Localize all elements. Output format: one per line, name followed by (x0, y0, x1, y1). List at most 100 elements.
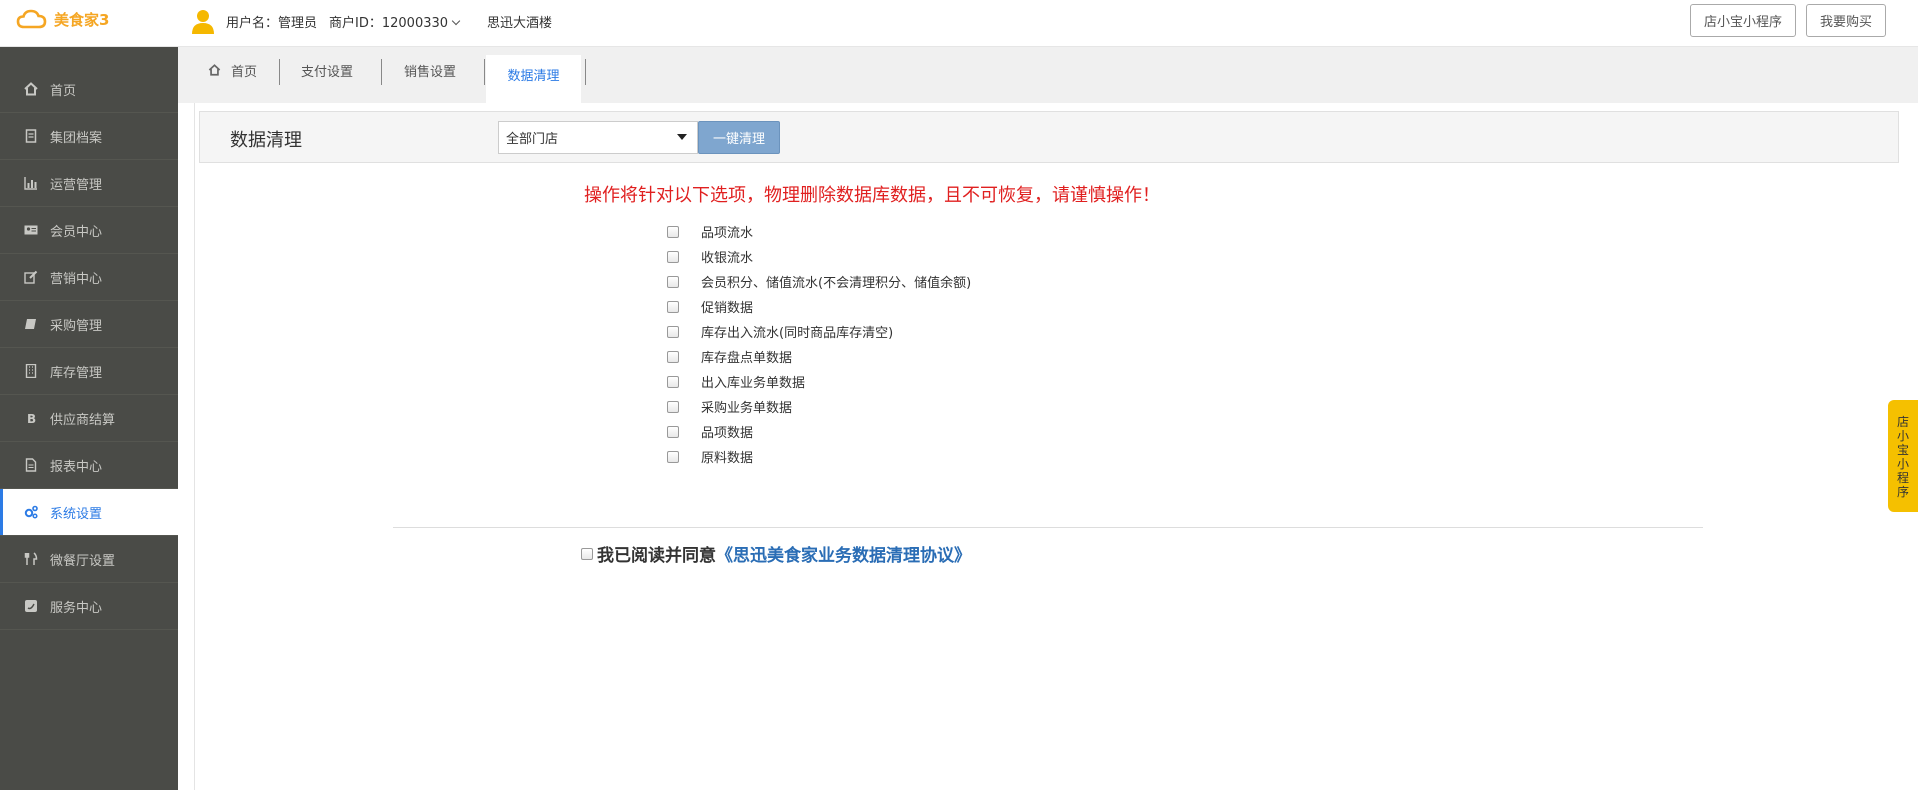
sidebar-item-label: 运营管理 (50, 177, 103, 193)
cloud-logo-icon (16, 9, 47, 29)
tab-label: 支付设置 (301, 64, 354, 80)
sidebar-item-label: 微餐厅设置 (50, 553, 116, 569)
logo[interactable]: 美食家3 (16, 8, 109, 30)
option-checkbox[interactable] (667, 300, 679, 313)
tab-divider (279, 59, 280, 85)
tab-sales-settings[interactable]: 销售设置 (404, 57, 456, 83)
page-title: 数据清理 (230, 130, 302, 151)
building-icon (25, 364, 37, 378)
username: 用户名：管理员 (226, 15, 318, 31)
option-item: 库存出入流水(同时商品库存清空) (665, 319, 971, 344)
chevron-down-icon (451, 16, 461, 25)
sidebar-item-label: 营销中心 (50, 271, 103, 287)
bar-chart-icon (24, 177, 37, 190)
option-label: 原料数据 (701, 451, 754, 466)
option-item: 会员积分、储值流水(不会清理积分、储值余额) (665, 269, 971, 294)
sidebar-item-label: 服务中心 (50, 600, 103, 616)
float-tab-char: 程 (1896, 471, 1909, 485)
tab-label: 数据清理 (507, 69, 560, 84)
sidebar-item-micro-restaurant[interactable]: 微餐厅设置 (0, 536, 178, 583)
float-tab-char: 小 (1896, 429, 1909, 443)
home-icon (208, 64, 221, 76)
logo-text: 美食家3 (54, 10, 110, 29)
option-item: 品项流水 (665, 219, 971, 244)
option-checkbox[interactable] (667, 425, 679, 438)
option-checkbox[interactable] (667, 400, 679, 413)
user-avatar-icon[interactable] (190, 8, 216, 34)
option-item: 原料数据 (665, 444, 971, 469)
sidebar-item-label: 集团档案 (50, 130, 103, 146)
option-checkbox[interactable] (667, 450, 679, 463)
tab-bar: 首页 支付设置 销售设置 数据清理 (178, 47, 1918, 103)
buy-button[interactable]: 我要购买 (1806, 4, 1886, 37)
agreement-checkbox[interactable] (581, 547, 593, 560)
mini-program-float-tab[interactable]: 店 小 宝 小 程 序 (1888, 400, 1918, 512)
agreement-row: 我已阅读并同意 《思迅美食家业务数据清理协议》 (581, 541, 971, 566)
sidebar-item-member-center[interactable]: 会员中心 (0, 207, 178, 254)
float-tab-char: 小 (1896, 457, 1909, 471)
option-item: 品项数据 (665, 419, 971, 444)
sidebar-item-supplier-settlement[interactable]: B 供应商结算 (0, 395, 178, 442)
sidebar-item-marketing[interactable]: 营销中心 (0, 254, 178, 301)
tab-divider (585, 59, 586, 85)
option-label: 促销数据 (701, 301, 754, 316)
book-icon (25, 319, 36, 329)
store-select[interactable]: 全部门店 (498, 121, 698, 154)
merchant-id: 商户ID：12000330 (329, 15, 449, 31)
float-tab-char: 宝 (1896, 443, 1909, 457)
option-item: 出入库业务单数据 (665, 369, 971, 394)
user-area: 用户名：管理员 商户ID：12000330 思迅大酒楼 (190, 8, 564, 34)
option-checkbox[interactable] (667, 225, 679, 238)
sidebar-item-group-archive[interactable]: 集团档案 (0, 113, 178, 160)
option-label: 库存盘点单数据 (701, 351, 793, 366)
sidebar-item-label: 报表中心 (50, 459, 103, 475)
sidebar-item-service-center[interactable]: 服务中心 (0, 583, 178, 630)
sidebar-item-label: 库存管理 (50, 365, 103, 381)
agreement-link[interactable]: 《思迅美食家业务数据清理协议》 (716, 541, 971, 566)
option-label: 品项数据 (701, 426, 754, 441)
warning-message: 操作将针对以下选项，物理删除数据库数据，且不可恢复，请谨慎操作！ (584, 185, 1160, 206)
clean-options-list: 品项流水 收银流水 会员积分、储值流水(不会清理积分、储值余额) 促销数据 库存… (665, 219, 971, 469)
option-checkbox[interactable] (667, 350, 679, 363)
sidebar-item-label: 系统设置 (50, 506, 103, 522)
option-checkbox[interactable] (667, 250, 679, 263)
top-bar: 美食家3 用户名：管理员 商户ID：12000330 思迅大酒楼 店小宝小程序 … (0, 0, 1918, 47)
cutlery-icon (24, 552, 38, 565)
tab-divider (484, 59, 485, 85)
sidebar-item-reports[interactable]: 报表中心 (0, 442, 178, 489)
id-card-icon (24, 225, 38, 235)
sidebar-item-inventory[interactable]: 库存管理 (0, 348, 178, 395)
merchant-id-dropdown[interactable]: 商户ID：12000330 (329, 12, 461, 31)
float-tab-char: 店 (1896, 415, 1909, 429)
file-icon (25, 129, 37, 143)
sidebar: 首页 集团档案 运营管理 会员中心 营销中心 采购管理 库存管理 B 供应商结算… (0, 47, 178, 790)
tab-home[interactable]: 首页 (208, 57, 257, 83)
divider (393, 527, 1703, 528)
document-icon (25, 458, 37, 472)
home-icon (24, 82, 38, 96)
agreement-text: 我已阅读并同意 (597, 546, 716, 566)
edit-icon (24, 270, 38, 284)
option-label: 采购业务单数据 (701, 401, 793, 416)
twitter-square-icon (25, 600, 37, 612)
sidebar-item-home[interactable]: 首页 (0, 66, 178, 113)
mini-program-button[interactable]: 店小宝小程序 (1690, 4, 1796, 37)
sidebar-item-purchasing[interactable]: 采购管理 (0, 301, 178, 348)
option-checkbox[interactable] (667, 325, 679, 338)
sidebar-item-operations[interactable]: 运营管理 (0, 160, 178, 207)
option-checkbox[interactable] (667, 375, 679, 388)
main-content: 首页 支付设置 销售设置 数据清理 数据清理 全部门店 一键清理 操作将针对以下… (178, 47, 1918, 790)
option-checkbox[interactable] (667, 275, 679, 288)
bitcoin-icon: B (27, 412, 36, 425)
option-label: 收银流水 (701, 251, 754, 266)
option-label: 库存出入流水(同时商品库存清空) (701, 326, 894, 341)
option-item: 促销数据 (665, 294, 971, 319)
one-click-clear-button[interactable]: 一键清理 (698, 121, 780, 154)
toolbar: 数据清理 全部门店 一键清理 (199, 111, 1899, 163)
sidebar-item-system-settings[interactable]: 系统设置 (0, 489, 178, 536)
tab-data-clean[interactable]: 数据清理 (486, 55, 581, 103)
tab-payment-settings[interactable]: 支付设置 (301, 57, 353, 83)
caret-down-icon (677, 134, 687, 140)
sidebar-item-label: 首页 (50, 83, 77, 99)
svg-text:B: B (27, 412, 36, 425)
